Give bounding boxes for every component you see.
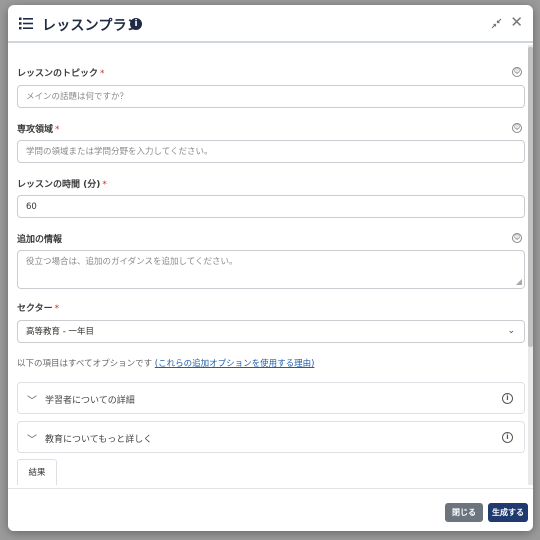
dialog-footer: 閉じる 生成する: [8, 488, 533, 531]
scrollbar-thumb[interactable]: [528, 47, 533, 347]
sector-select[interactable]: 高等教育 - 一年目 ⌄: [17, 320, 525, 343]
result-tab-strip: 結果: [17, 459, 525, 485]
help-icon[interactable]: ☺: [512, 67, 522, 77]
help-icon[interactable]: ☺: [512, 233, 522, 243]
topic-label: レッスンのトピック *: [17, 66, 105, 79]
required-mark: *: [54, 304, 60, 314]
required-mark: *: [55, 125, 60, 135]
accordion-education-details[interactable]: ﹀ 教育についてもっと詳しく i: [17, 421, 525, 453]
info-icon[interactable]: i: [130, 18, 142, 30]
collapse-icon[interactable]: [491, 18, 502, 29]
tab-result[interactable]: 結果: [17, 459, 57, 485]
topic-label-text: レッスンのトピック: [17, 69, 99, 79]
additional-info-label-text: 追加の情報: [17, 235, 63, 245]
sector-label-text: セクター: [17, 304, 53, 314]
accordion-learner-details[interactable]: ﹀ 学習者についての詳細 i: [17, 382, 525, 414]
sector-label: セクター *: [17, 301, 59, 314]
topic-input[interactable]: メインの話題は何ですか？: [17, 85, 525, 108]
duration-label: レッスンの時間 (分) *: [17, 177, 107, 190]
additional-info-textarea[interactable]: 役立つ場合は、追加のガイダンスを追加してください。 ◢: [17, 250, 525, 289]
accordion-label: 教育についてもっと詳しく: [45, 435, 153, 445]
chevron-down-icon: ⌄: [507, 326, 515, 336]
list-icon: [19, 17, 33, 30]
dialog-header: レッスンプラン i ✕: [8, 5, 533, 43]
chevron-down-icon: ﹀: [27, 396, 37, 407]
duration-label-text: レッスンの時間 (分): [17, 180, 101, 190]
chevron-down-icon: ﹀: [27, 435, 37, 446]
info-icon[interactable]: i: [502, 393, 513, 404]
dialog-title: レッスンプラン: [42, 18, 141, 34]
optional-note: 以下の項目はすべてオプションです (これらの追加オプションを使用する理由): [17, 357, 314, 369]
specialty-label-text: 専攻領域: [17, 125, 54, 135]
additional-info-placeholder: 役立つ場合は、追加のガイダンスを追加してください。: [26, 257, 238, 267]
help-icon[interactable]: ☺: [512, 123, 522, 133]
lesson-plan-dialog: レッスンプラン i ✕ レッスンのトピック * ☺ メインの話題は何ですか？ 専攻…: [8, 5, 533, 531]
required-mark: *: [100, 69, 105, 79]
specialty-input[interactable]: 学問の領域または学問分野を入力してください。: [17, 140, 525, 163]
dialog-body: レッスンのトピック * ☺ メインの話題は何ですか？ 専攻領域 * ☺ 学問の領域ま…: [8, 43, 533, 531]
specialty-label: 専攻領域 *: [17, 122, 60, 135]
duration-input[interactable]: 60: [17, 195, 525, 218]
additional-info-label: 追加の情報: [17, 232, 62, 245]
resize-handle-icon[interactable]: ◢: [516, 278, 522, 286]
accordion-label: 学習者についての詳細: [45, 396, 135, 406]
required-mark: *: [102, 180, 107, 190]
optional-note-text: 以下の項目はすべてオプションです: [17, 359, 153, 369]
sector-selected-value: 高等教育 - 一年目: [26, 327, 94, 337]
close-button[interactable]: 閉じる: [445, 503, 483, 522]
close-icon[interactable]: ✕: [510, 15, 523, 30]
info-icon[interactable]: i: [502, 432, 513, 443]
generate-button[interactable]: 生成する: [488, 503, 528, 522]
optional-reason-link[interactable]: (これらの追加オプションを使用する理由): [155, 359, 315, 369]
